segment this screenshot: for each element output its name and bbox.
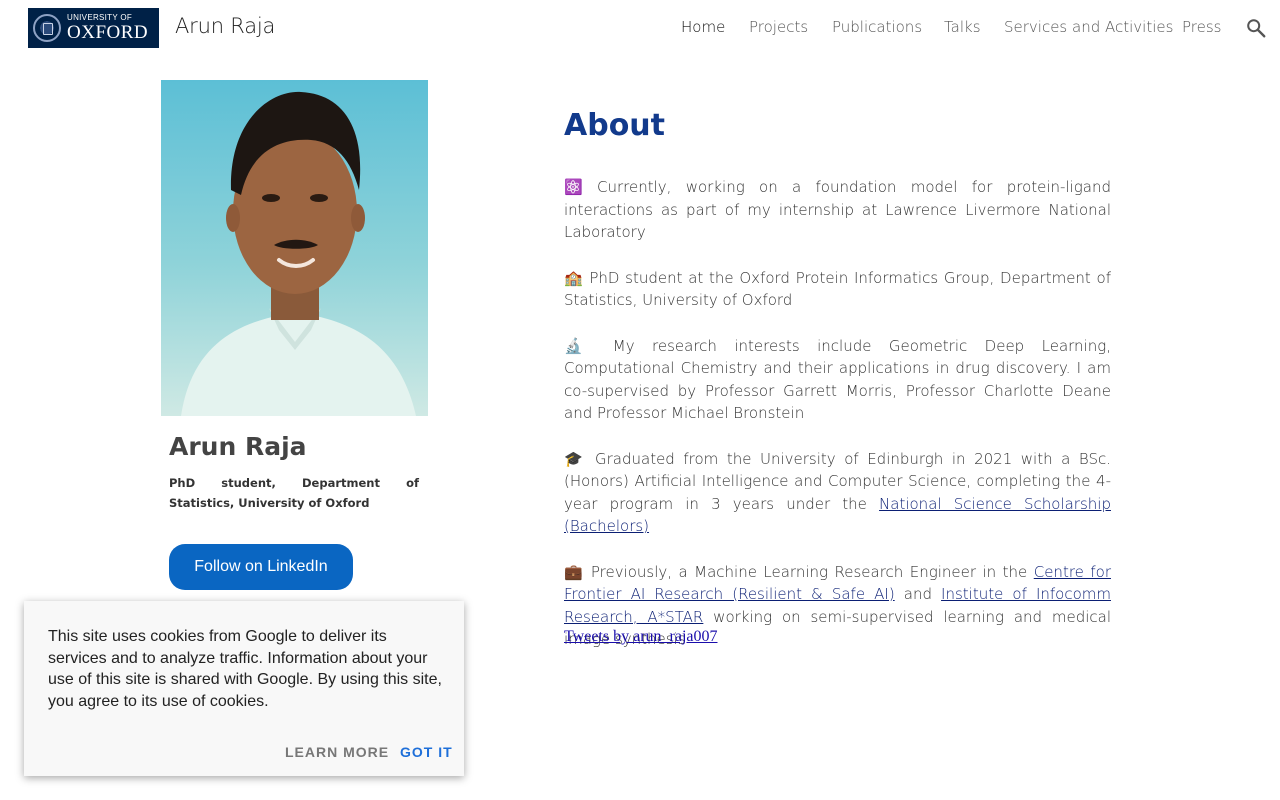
- paragraph-text: Currently, working on a foundation model…: [564, 178, 1111, 241]
- about-paragraph-research: 🔬 My research interests include Geometri…: [564, 335, 1111, 425]
- atom-emoji-icon: ⚛️: [564, 178, 583, 196]
- main-nav: Home Projects Publications Talks Service…: [0, 18, 1280, 40]
- cookie-message: This site uses cookies from Google to de…: [48, 628, 442, 710]
- nav-publications[interactable]: Publications: [832, 18, 922, 36]
- nav-talks[interactable]: Talks: [944, 18, 981, 36]
- graduation-cap-emoji-icon: 🎓: [564, 449, 587, 468]
- got-it-button[interactable]: GOT IT: [400, 744, 453, 760]
- microscope-emoji-icon: 🔬: [564, 336, 596, 355]
- school-emoji-icon: 🏫: [564, 268, 584, 287]
- about-heading: About: [564, 108, 666, 143]
- nav-press[interactable]: Press: [1182, 18, 1221, 36]
- briefcase-emoji-icon: 💼: [564, 562, 585, 581]
- search-button[interactable]: [1245, 17, 1267, 39]
- nav-projects[interactable]: Projects: [749, 18, 808, 36]
- about-paragraph-education: 🎓 Graduated from the University of Edinb…: [564, 448, 1111, 538]
- about-paragraph-internship: ⚛️ Currently, working on a foundation mo…: [564, 176, 1111, 244]
- paragraph-text: My research interests include Geometric …: [564, 336, 1111, 423]
- paragraph-text: PhD student at the Oxford Protein Inform…: [564, 268, 1111, 310]
- profile-subtitle: PhD student, Department of Statistics, U…: [169, 476, 419, 510]
- nav-home[interactable]: Home: [681, 18, 725, 36]
- about-content: ⚛️ Currently, working on a foundation mo…: [564, 176, 1111, 674]
- paragraph-text: Previously, a Machine Learning Research …: [584, 562, 1034, 581]
- profile-name: Arun Raja: [169, 432, 307, 461]
- learn-more-button[interactable]: LEARN MORE: [285, 744, 389, 760]
- cookie-banner: This site uses cookies from Google to de…: [24, 601, 464, 776]
- tweets-link[interactable]: Tweets by arun_raja007: [564, 628, 718, 646]
- about-paragraph-phd: 🏫 PhD student at the Oxford Protein Info…: [564, 267, 1111, 312]
- nav-services-and-activities[interactable]: Services and Activities: [1004, 18, 1173, 36]
- follow-on-linkedin-button[interactable]: Follow on LinkedIn: [169, 544, 353, 590]
- paragraph-text: and: [894, 585, 942, 603]
- profile-photo: [161, 80, 428, 416]
- search-icon: [1247, 19, 1266, 38]
- site-header: UNIVERSITY OF OXFORD Arun Raja Home Proj…: [0, 0, 1280, 56]
